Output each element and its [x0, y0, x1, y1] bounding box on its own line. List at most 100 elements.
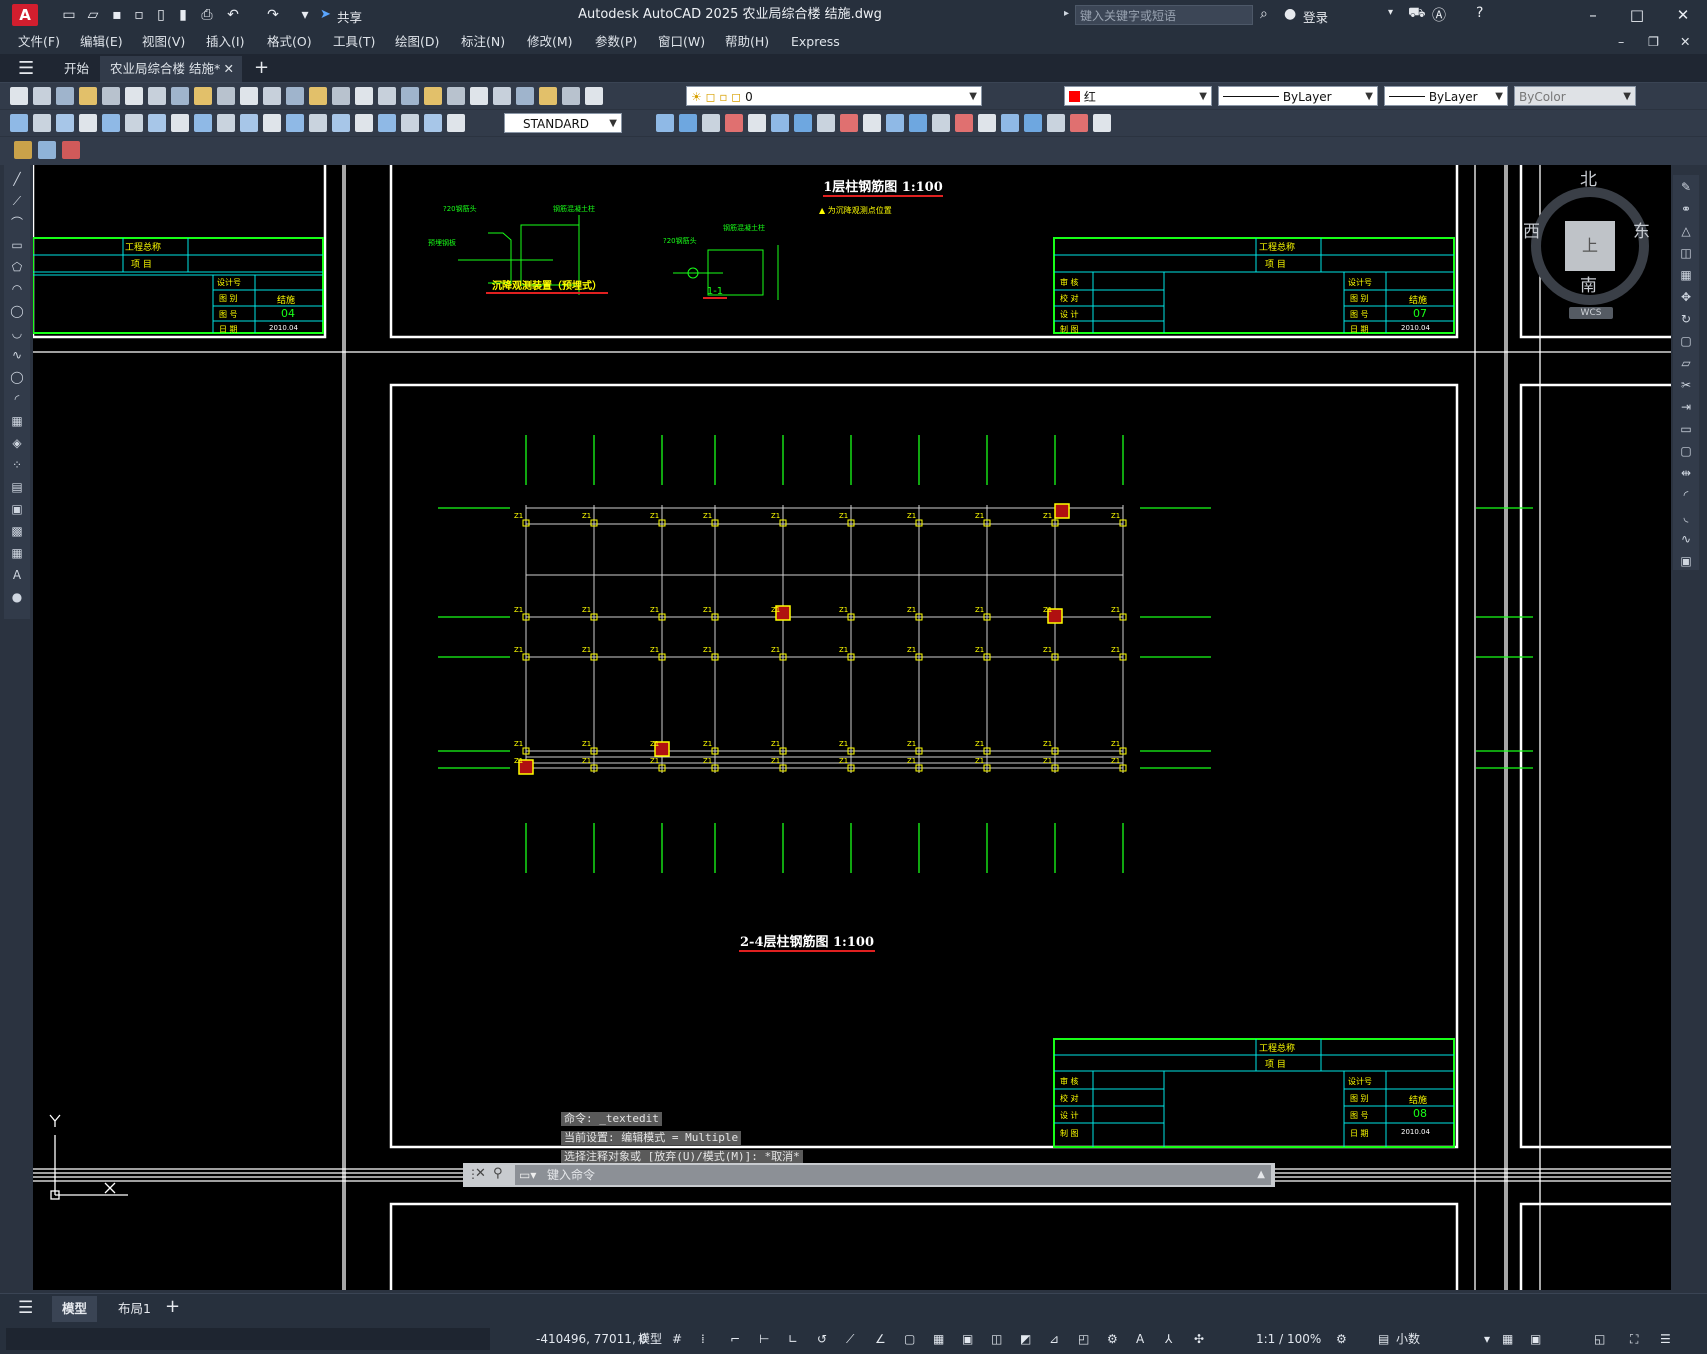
graphics-icon[interactable]: ▣: [1530, 1330, 1541, 1348]
draw-tool-icon[interactable]: A: [9, 567, 25, 583]
tab-drawing[interactable]: 农业局综合楼 结施* ✕: [100, 56, 242, 82]
menu-help[interactable]: 帮助(H): [725, 30, 769, 54]
add-layout-icon[interactable]: +: [165, 1296, 180, 1317]
modify-tool-icon[interactable]: [1001, 114, 1019, 132]
standard-tool-icon[interactable]: [263, 87, 281, 105]
standard-tool-icon[interactable]: [516, 87, 534, 105]
draw-tool-icon[interactable]: ▦: [9, 545, 25, 561]
status-toggle-icon[interactable]: #: [672, 1330, 682, 1348]
modify-tool-icon[interactable]: ▢: [1678, 333, 1694, 349]
standard-tool-icon[interactable]: [424, 87, 442, 105]
standard-tool-icon[interactable]: [309, 87, 327, 105]
modify-tool-icon[interactable]: [771, 114, 789, 132]
draw-tool-icon[interactable]: ▭: [9, 237, 25, 253]
status-toggle-icon[interactable]: ⟋: [846, 1330, 854, 1348]
dimension-tool-icon[interactable]: [33, 114, 51, 132]
modify-tool-icon[interactable]: [725, 114, 743, 132]
draw-tool-icon[interactable]: ▣: [9, 501, 25, 517]
status-toggle-icon[interactable]: ✣: [1194, 1330, 1204, 1348]
help-icon[interactable]: ?: [1476, 5, 1483, 21]
status-toggle-icon[interactable]: ◰: [1078, 1330, 1089, 1348]
status-toggle-icon[interactable]: ▣: [962, 1330, 973, 1348]
modify-tool-icon[interactable]: [1093, 114, 1111, 132]
search-input[interactable]: 键入关键字或短语: [1075, 5, 1253, 25]
redo-icon[interactable]: ↷: [264, 6, 282, 24]
draw-tool-icon[interactable]: ⁘: [9, 457, 25, 473]
viewcube-west[interactable]: 西: [1523, 217, 1540, 242]
status-menu-icon[interactable]: ☰: [1660, 1330, 1671, 1348]
menu-express[interactable]: Express: [791, 30, 840, 54]
standard-tool-icon[interactable]: [378, 87, 396, 105]
modify-tool-icon[interactable]: ↻: [1678, 311, 1694, 327]
status-toggle-icon[interactable]: ⚙: [1107, 1330, 1118, 1348]
modify-tool-icon[interactable]: ◫: [1678, 245, 1694, 261]
units-readout[interactable]: 小数: [1396, 1330, 1420, 1348]
modify-tool-icon[interactable]: [978, 114, 996, 132]
draw-tool-icon[interactable]: ▩: [9, 523, 25, 539]
units-dropdown-icon[interactable]: ▾: [1484, 1330, 1490, 1348]
status-toggle-icon[interactable]: ∠: [875, 1330, 886, 1348]
doc-minimize-button[interactable]: –: [1618, 30, 1624, 54]
wcs-button[interactable]: WCS: [1569, 307, 1613, 319]
menu-tools[interactable]: 工具(T): [333, 30, 375, 54]
modify-tool-icon[interactable]: ▱: [1678, 355, 1694, 371]
menu-view[interactable]: 视图(V): [142, 30, 185, 54]
close-window-button[interactable]: ✕: [1660, 0, 1706, 30]
modify-tool-icon[interactable]: [955, 114, 973, 132]
quick-properties-icon[interactable]: ▦: [1502, 1330, 1513, 1348]
status-toggle-icon[interactable]: ◫: [991, 1330, 1002, 1348]
modify-tool-icon[interactable]: ✥: [1678, 289, 1694, 305]
block-edit-icon[interactable]: [62, 141, 80, 159]
status-toggle-icon[interactable]: ⊢: [759, 1330, 769, 1348]
status-toggle-icon[interactable]: ⁞: [701, 1330, 705, 1348]
workspace-gear-icon[interactable]: ⚙: [1336, 1330, 1347, 1348]
draw-tool-icon[interactable]: ⟋: [9, 193, 25, 209]
customize-qat-icon[interactable]: ▾: [296, 6, 314, 24]
dimension-tool-icon[interactable]: [263, 114, 281, 132]
close-tab-icon[interactable]: ✕: [224, 56, 234, 82]
menu-modify[interactable]: 修改(M): [527, 30, 573, 54]
standard-tool-icon[interactable]: [332, 87, 350, 105]
draw-tool-icon[interactable]: ⌒: [9, 215, 25, 231]
viewcube-east[interactable]: 东: [1633, 217, 1650, 242]
dimension-tool-icon[interactable]: [125, 114, 143, 132]
coordinate-readout[interactable]: -410496, 77011, 0: [536, 1330, 647, 1348]
search-icon[interactable]: ⌕: [1260, 6, 1268, 22]
drawing-canvas[interactable]: ?20钢筋头 钢筋混凝土柱 预埋钢板 ?20钢筋头 钢筋混凝土柱 Z1 Z1 Z1 Z…: [33, 165, 1671, 1290]
modify-tool-icon[interactable]: [748, 114, 766, 132]
menu-insert[interactable]: 插入(I): [206, 30, 244, 54]
maximize-window-button[interactable]: □: [1614, 0, 1660, 30]
draw-tool-icon[interactable]: ◡: [9, 325, 25, 341]
menu-window[interactable]: 窗口(W): [658, 30, 705, 54]
dimension-tool-icon[interactable]: [148, 114, 166, 132]
new-tab-icon[interactable]: +: [254, 57, 269, 78]
tab-layout1[interactable]: 布局1: [108, 1296, 161, 1322]
tab-start[interactable]: 开始: [54, 56, 99, 82]
draw-tool-icon[interactable]: ▦: [9, 413, 25, 429]
open-file-icon[interactable]: ▱: [84, 6, 102, 24]
minimize-window-button[interactable]: –: [1570, 0, 1616, 30]
textstyle-dropdown[interactable]: STANDARD ▼: [504, 113, 622, 133]
draw-tool-icon[interactable]: ∿: [9, 347, 25, 363]
modify-tool-icon[interactable]: [909, 114, 927, 132]
modify-tool-icon[interactable]: ∿: [1678, 531, 1694, 547]
modify-tool-icon[interactable]: [1070, 114, 1088, 132]
color-dropdown[interactable]: 红 ▼: [1064, 86, 1212, 106]
dimension-tool-icon[interactable]: [56, 114, 74, 132]
customize-status-icon[interactable]: ⛶: [1630, 1330, 1638, 1348]
command-close-icon[interactable]: ✕: [475, 1166, 486, 1181]
status-toggle-icon[interactable]: ▦: [933, 1330, 944, 1348]
modify-tool-icon[interactable]: ✎: [1678, 179, 1694, 195]
modify-tool-icon[interactable]: ⚭: [1678, 201, 1694, 217]
share-button[interactable]: 共享: [337, 7, 362, 26]
draw-tool-icon[interactable]: ⬠: [9, 259, 25, 275]
clean-screen-icon[interactable]: ◱: [1594, 1330, 1605, 1348]
standard-tool-icon[interactable]: [447, 87, 465, 105]
lineweight-dropdown[interactable]: ByLayer ▼: [1384, 86, 1508, 106]
standard-tool-icon[interactable]: [194, 87, 212, 105]
hamburger-menu-icon[interactable]: ☰: [18, 58, 34, 79]
annotation-scale[interactable]: 1:1 / 100%: [1256, 1330, 1321, 1348]
dimension-tool-icon[interactable]: [447, 114, 465, 132]
modify-tool-icon[interactable]: ▭: [1678, 421, 1694, 437]
dimension-tool-icon[interactable]: [102, 114, 120, 132]
